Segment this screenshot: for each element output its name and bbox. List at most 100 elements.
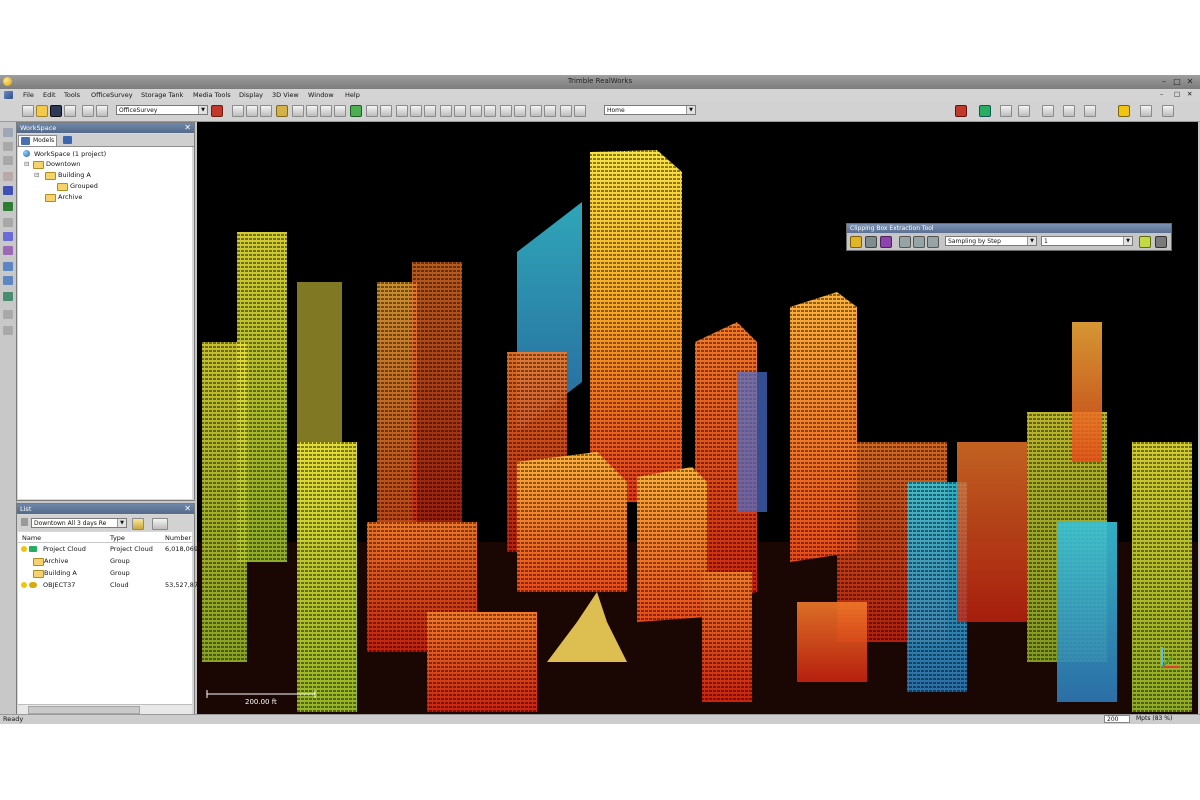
tool-4-button[interactable] <box>292 105 304 117</box>
3d-viewport[interactable]: 200.00 ft <box>197 122 1198 714</box>
tool-24-button[interactable] <box>1018 105 1030 117</box>
tool-c-icon[interactable] <box>3 172 13 181</box>
tool-j-icon[interactable] <box>3 310 13 319</box>
move-icon[interactable] <box>865 236 877 248</box>
column-header-number[interactable]: Number <box>165 534 191 542</box>
tool-9-button[interactable] <box>380 105 392 117</box>
tool-e-icon[interactable] <box>3 202 13 211</box>
tool-13-button[interactable] <box>440 105 452 117</box>
close-icon[interactable]: ✕ <box>184 504 191 514</box>
tool-b-icon[interactable] <box>3 156 13 165</box>
list-filter-select[interactable]: Downtown All 3 days Re ▼ <box>31 518 127 528</box>
tool-21-button[interactable] <box>560 105 572 117</box>
print-button[interactable] <box>64 105 76 117</box>
tool-11-button[interactable] <box>410 105 422 117</box>
tool-i-icon[interactable] <box>3 292 13 301</box>
mdi-restore-button[interactable]: □ <box>1174 90 1180 98</box>
tree-item-archive[interactable]: Archive <box>58 193 82 201</box>
tree-item-downtown[interactable]: Downtown <box>46 160 80 168</box>
tool-8-button[interactable] <box>366 105 378 117</box>
tool-18-button[interactable] <box>514 105 526 117</box>
visibility-icon[interactable] <box>21 546 27 552</box>
view-select[interactable]: Home ▼ <box>604 105 696 115</box>
render-mode-icon[interactable] <box>955 105 967 117</box>
tool-17-button[interactable] <box>500 105 512 117</box>
tree-expander[interactable]: ⊟ <box>34 171 39 179</box>
tab-models[interactable]: Models <box>18 135 58 146</box>
menu-window[interactable]: Window <box>308 91 334 99</box>
tool-a-icon[interactable] <box>3 142 13 151</box>
mdi-close-button[interactable]: ✕ <box>1187 90 1192 98</box>
tool-12-button[interactable] <box>424 105 436 117</box>
menu-storage-tank[interactable]: Storage Tank <box>141 91 183 99</box>
zoom-in-icon[interactable] <box>3 262 13 271</box>
sampling-step-input[interactable]: 1 ▼ <box>1041 236 1133 246</box>
row-3-name[interactable]: Building A <box>44 569 77 577</box>
column-header-name[interactable]: Name <box>22 534 41 542</box>
list-view-button[interactable] <box>152 518 168 530</box>
row-1-name[interactable]: Project Cloud <box>43 545 86 553</box>
tree-expander[interactable]: ⊟ <box>24 160 29 168</box>
menu-help[interactable]: Help <box>345 91 360 99</box>
tool-22-button[interactable] <box>574 105 586 117</box>
tool-29-button[interactable] <box>1162 105 1174 117</box>
tool-20-button[interactable] <box>544 105 556 117</box>
horizontal-scrollbar[interactable] <box>18 704 192 714</box>
workflow-select[interactable]: OfficeSurvey ▼ <box>116 105 208 115</box>
exit-tool-icon[interactable] <box>1155 236 1167 248</box>
column-header-type[interactable]: Type <box>110 534 125 542</box>
maximize-button[interactable]: □ <box>1171 76 1183 87</box>
tree-item-grouped[interactable]: Grouped <box>70 182 98 190</box>
tree-item-workspace[interactable]: WorkSpace (1 project) <box>34 150 106 158</box>
clipping-tool-header[interactable]: Clipping Box Extraction Tool <box>847 224 1171 233</box>
tool-h-icon[interactable] <box>3 246 13 255</box>
tool-d-icon[interactable] <box>3 186 13 195</box>
save-icon[interactable] <box>50 105 62 117</box>
tool-28-button[interactable] <box>1140 105 1152 117</box>
mdi-minimize-button[interactable]: – <box>1160 90 1163 98</box>
workflow-go-icon[interactable] <box>211 105 223 117</box>
tool-26-button[interactable] <box>1063 105 1075 117</box>
menu-media-tools[interactable]: Media Tools <box>193 91 231 99</box>
menu-3d-view[interactable]: 3D View <box>272 91 299 99</box>
visibility-icon[interactable] <box>21 582 27 588</box>
minimize-button[interactable]: – <box>1158 76 1170 87</box>
menu-officesurvey[interactable]: OfficeSurvey <box>91 91 133 99</box>
tool-14-button[interactable] <box>454 105 466 117</box>
tool-1-button[interactable] <box>232 105 244 117</box>
tool-10-button[interactable] <box>396 105 408 117</box>
clip-option-2-icon[interactable] <box>913 236 925 248</box>
rotate-icon[interactable] <box>880 236 892 248</box>
menu-edit[interactable]: Edit <box>43 91 56 99</box>
points-budget-input[interactable]: 200 <box>1104 715 1130 723</box>
color-mode-icon[interactable] <box>979 105 991 117</box>
close-icon[interactable]: ✕ <box>184 123 191 133</box>
tool-16-button[interactable] <box>484 105 496 117</box>
apply-icon[interactable] <box>1139 236 1151 248</box>
undo-button[interactable] <box>82 105 94 117</box>
clip-option-1-icon[interactable] <box>899 236 911 248</box>
tool-5-button[interactable] <box>306 105 318 117</box>
scrollbar-thumb[interactable] <box>28 706 140 714</box>
close-button[interactable]: ✕ <box>1184 76 1196 87</box>
check-icon[interactable] <box>350 105 362 117</box>
clip-option-3-icon[interactable] <box>927 236 939 248</box>
app-menu-icon[interactable] <box>4 91 13 99</box>
redo-button[interactable] <box>96 105 108 117</box>
menu-display[interactable]: Display <box>239 91 263 99</box>
tool-7-button[interactable] <box>334 105 346 117</box>
clip-box-icon[interactable] <box>850 236 862 248</box>
row-4-name[interactable]: OBJECT37 <box>43 581 75 589</box>
open-folder-icon[interactable] <box>36 105 48 117</box>
zoom-out-icon[interactable] <box>3 276 13 285</box>
tool-23-button[interactable] <box>1000 105 1012 117</box>
tool-g-icon[interactable] <box>3 232 13 241</box>
station-icon[interactable] <box>1118 105 1130 117</box>
tool-6-button[interactable] <box>320 105 332 117</box>
tab-stations[interactable]: Stations <box>61 135 101 145</box>
tool-19-button[interactable] <box>530 105 542 117</box>
sampling-mode-select[interactable]: Sampling by Step ▼ <box>945 236 1037 246</box>
list-action-button[interactable] <box>132 518 144 530</box>
tool-2-button[interactable] <box>246 105 258 117</box>
menu-tools[interactable]: Tools <box>64 91 80 99</box>
